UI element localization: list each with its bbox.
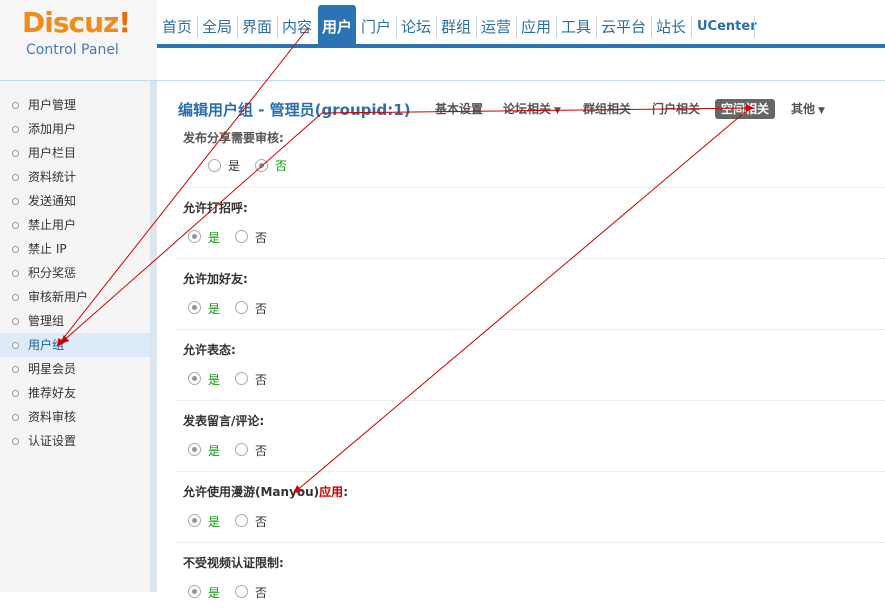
arrow-title-to-usergroup <box>60 112 323 344</box>
annotation-arrows <box>56 27 754 494</box>
arrow-space-tab-to-manyou <box>293 111 746 494</box>
arrow-title-to-space-tab <box>321 104 754 114</box>
arrow-nav-to-usergroup <box>56 27 309 347</box>
